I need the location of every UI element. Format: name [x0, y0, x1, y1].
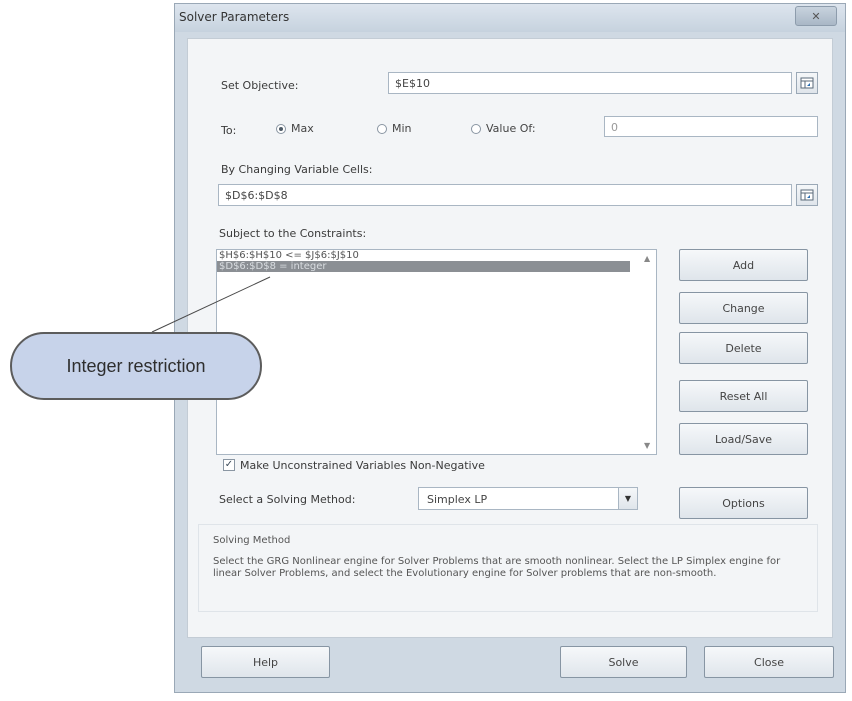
- integer-restriction-callout: Integer restriction: [10, 332, 262, 400]
